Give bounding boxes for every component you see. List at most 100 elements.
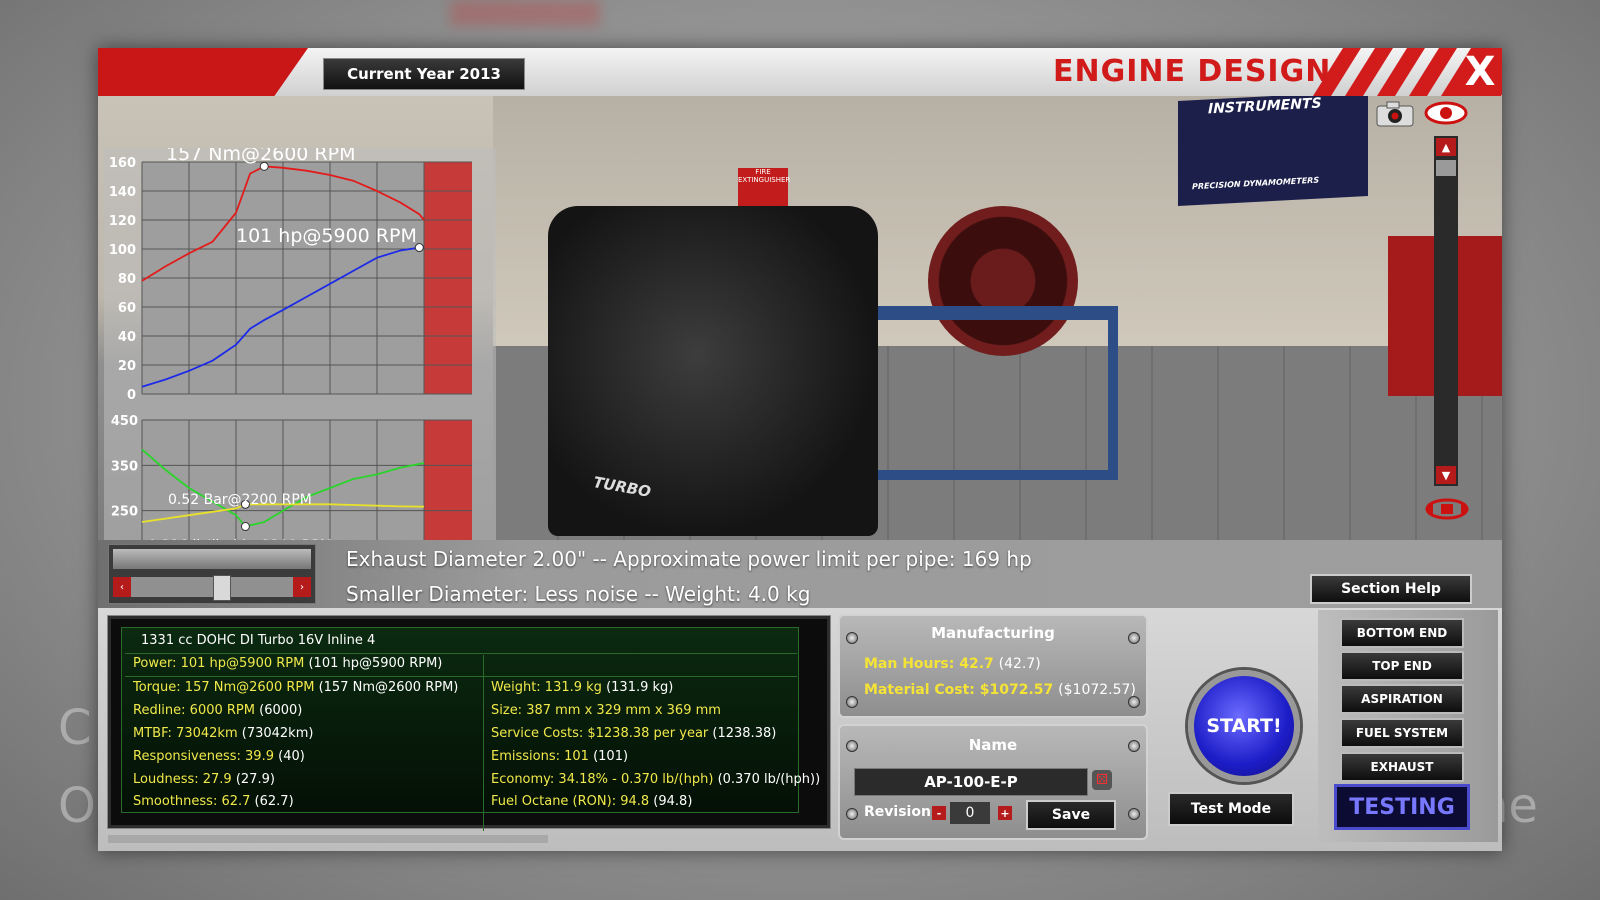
engine-name-input[interactable]: AP-100-E-P [854,768,1088,796]
redline-zone [424,420,472,543]
y-tick-label: 40 [118,330,136,345]
revision-decrement-button[interactable]: - [932,806,946,820]
fuel-min-marker [240,522,250,532]
stat-redline-value: (6000) [259,703,303,718]
chevron-up-icon[interactable]: ▲ [1436,138,1456,156]
test-mode-button[interactable]: Test Mode [1168,792,1294,826]
stat-size: Size: 387 mm x 329 mm x 369 mm [491,703,721,718]
stat-power: Power: 101 hp@5900 RPM (101 hp@5900 RPM) [133,656,442,671]
stat-mtbf-value: (73042km) [241,726,314,741]
stat-service-label: Service Costs: $1238.38 per year [491,726,709,741]
stats-header: 1331 cc DOHC DI Turbo 16V Inline 4 [141,633,376,648]
y-tick-label: 160 [109,156,136,171]
stat-smoothness-label: Smoothness: 62.7 [133,794,251,809]
info-line-secondary: Smaller Diameter: Less noise -- Weight: … [346,582,811,606]
screw-icon [846,808,858,820]
nav-aspiration[interactable]: ASPIRATION [1340,684,1464,714]
engine-design-window: Current Year 2013 ENGINE DESIGN X INSTRU… [98,48,1502,851]
stat-weight-value: (131.9 kg) [606,680,674,695]
revision-increment-button[interactable]: + [998,806,1012,820]
stat-economy: Economy: 34.18% - 0.370 lb/(hph) (0.370 … [491,772,820,787]
stat-emissions: Emissions: 101 (101) [491,749,628,764]
performance-charts: 160 140 120 100 80 60 40 20 0 157 Nm@2600 RPM 101 … [104,148,496,543]
scroll-thumb[interactable] [1436,160,1456,176]
fire-extinguisher-sign: FIRE EXTINGUISHER [738,168,790,208]
stat-torque-value: (157 Nm@2600 RPM) [318,680,459,695]
stats-row-divider [125,676,797,677]
start-button[interactable]: START! [1188,670,1300,782]
material-cost-value: ($1072.57) [1058,682,1136,698]
y-tick-label: 100 [109,243,136,258]
current-year-label: Current Year 2013 [323,58,525,90]
stat-weight-label: Weight: 131.9 kg [491,680,602,695]
stat-power-value: (101 hp@5900 RPM) [308,656,443,671]
stat-smoothness: Smoothness: 62.7 (62.7) [133,794,294,809]
stat-emissions-label: Emissions: 101 [491,749,589,764]
y-tick-label: 120 [109,214,136,229]
slider-header [113,549,311,569]
stat-mtbf: MTBF: 73042km (73042km) [133,726,313,741]
material-cost: Material Cost: $1072.57 ($1072.57) [864,682,1136,698]
man-hours: Man Hours: 42.7 (42.7) [864,656,1041,672]
material-cost-label: Material Cost: $1072.57 [864,682,1054,698]
section-help-button[interactable]: Section Help [1310,574,1472,604]
chevron-right-icon[interactable]: › [293,577,311,597]
boost-peak-label: 0.52 Bar@2200 RPM [168,492,312,508]
slider-knob[interactable] [213,575,231,601]
stat-weight: Weight: 131.9 kg (131.9 kg) [491,680,673,695]
stat-loudness-label: Loudness: 27.9 [133,772,232,787]
eye-icon[interactable] [1423,98,1469,128]
nav-top-end[interactable]: TOP END [1340,651,1464,681]
stat-service-value: (1238.38) [712,726,777,741]
nav-fuel-system[interactable]: FUEL SYSTEM [1340,718,1464,748]
chevron-left-icon[interactable]: ‹ [113,577,131,597]
y-tick-label: 250 [111,505,138,520]
rotate-icon[interactable] [1423,491,1471,527]
bottom-panel: 1331 cc DOHC DI Turbo 16V Inline 4 Power… [98,610,1502,851]
stat-octane-label: Fuel Octane (RON): 94.8 [491,794,650,809]
stat-smoothness-value: (62.7) [254,794,294,809]
screw-icon [846,696,858,708]
stat-responsiveness-value: (40) [278,749,305,764]
slider-track[interactable] [113,577,311,597]
manufacturing-title: Manufacturing [931,624,1055,642]
close-button[interactable]: X [1458,48,1502,96]
nav-testing[interactable]: TESTING [1334,784,1470,830]
manufacturing-panel: Manufacturing Man Hours: 42.7 (42.7) Mat… [838,614,1148,718]
revision-label: Revision [864,804,931,820]
stat-economy-label: Economy: 34.18% - 0.370 lb/(hph) [491,772,714,787]
zoom-scrollbar[interactable]: ▲ ▼ [1434,136,1458,486]
stat-loudness-value: (27.9) [235,772,275,787]
instruments-poster: INSTRUMENTS PRECISION DYNAMOMETERS [1178,96,1368,206]
save-button[interactable]: Save [1026,800,1116,830]
randomize-name-icon[interactable]: ⚄ [1092,770,1112,790]
name-title: Name [968,736,1018,754]
y-tick-label: 20 [118,359,136,374]
y-tick-label: 140 [109,185,136,200]
stat-torque-label: Torque: 157 Nm@2600 RPM [133,680,315,695]
part-info-bar: ‹ › Exhaust Diameter 2.00" -- Approximat… [98,540,1502,608]
stat-mtbf-label: MTBF: 73042km [133,726,238,741]
power-peak-label: 101 hp@5900 RPM [236,225,417,247]
exhaust-diameter-slider[interactable]: ‹ › [108,544,316,604]
poster-title: INSTRUMENTS [1208,96,1322,118]
horizontal-scrollbar[interactable] [108,835,548,843]
y-tick-label: 60 [118,301,136,316]
engine-stats-panel: 1331 cc DOHC DI Turbo 16V Inline 4 Power… [107,615,831,831]
nav-bottom-end[interactable]: BOTTOM END [1340,618,1464,648]
engine-stand [838,306,1118,480]
stat-octane-value: (94.8) [653,794,693,809]
window-title: ENGINE DESIGN [1053,54,1332,89]
camera-icon[interactable] [1373,98,1417,128]
title-bar: Current Year 2013 ENGINE DESIGN X [98,48,1502,96]
stats-divider [483,655,484,831]
stat-redline-label: Redline: 6000 RPM [133,703,255,718]
chevron-down-icon[interactable]: ▼ [1436,466,1456,484]
y-tick-label: 80 [118,272,136,287]
nav-exhaust[interactable]: EXHAUST [1340,752,1464,782]
poster-subtitle: PRECISION DYNAMOMETERS [1192,175,1320,192]
revision-value: 0 [950,802,990,824]
stat-emissions-value: (101) [593,749,629,764]
man-hours-label: Man Hours: 42.7 [864,656,994,672]
engine-scene-view[interactable]: INSTRUMENTS PRECISION DYNAMOMETERS FIRE … [98,96,1502,543]
